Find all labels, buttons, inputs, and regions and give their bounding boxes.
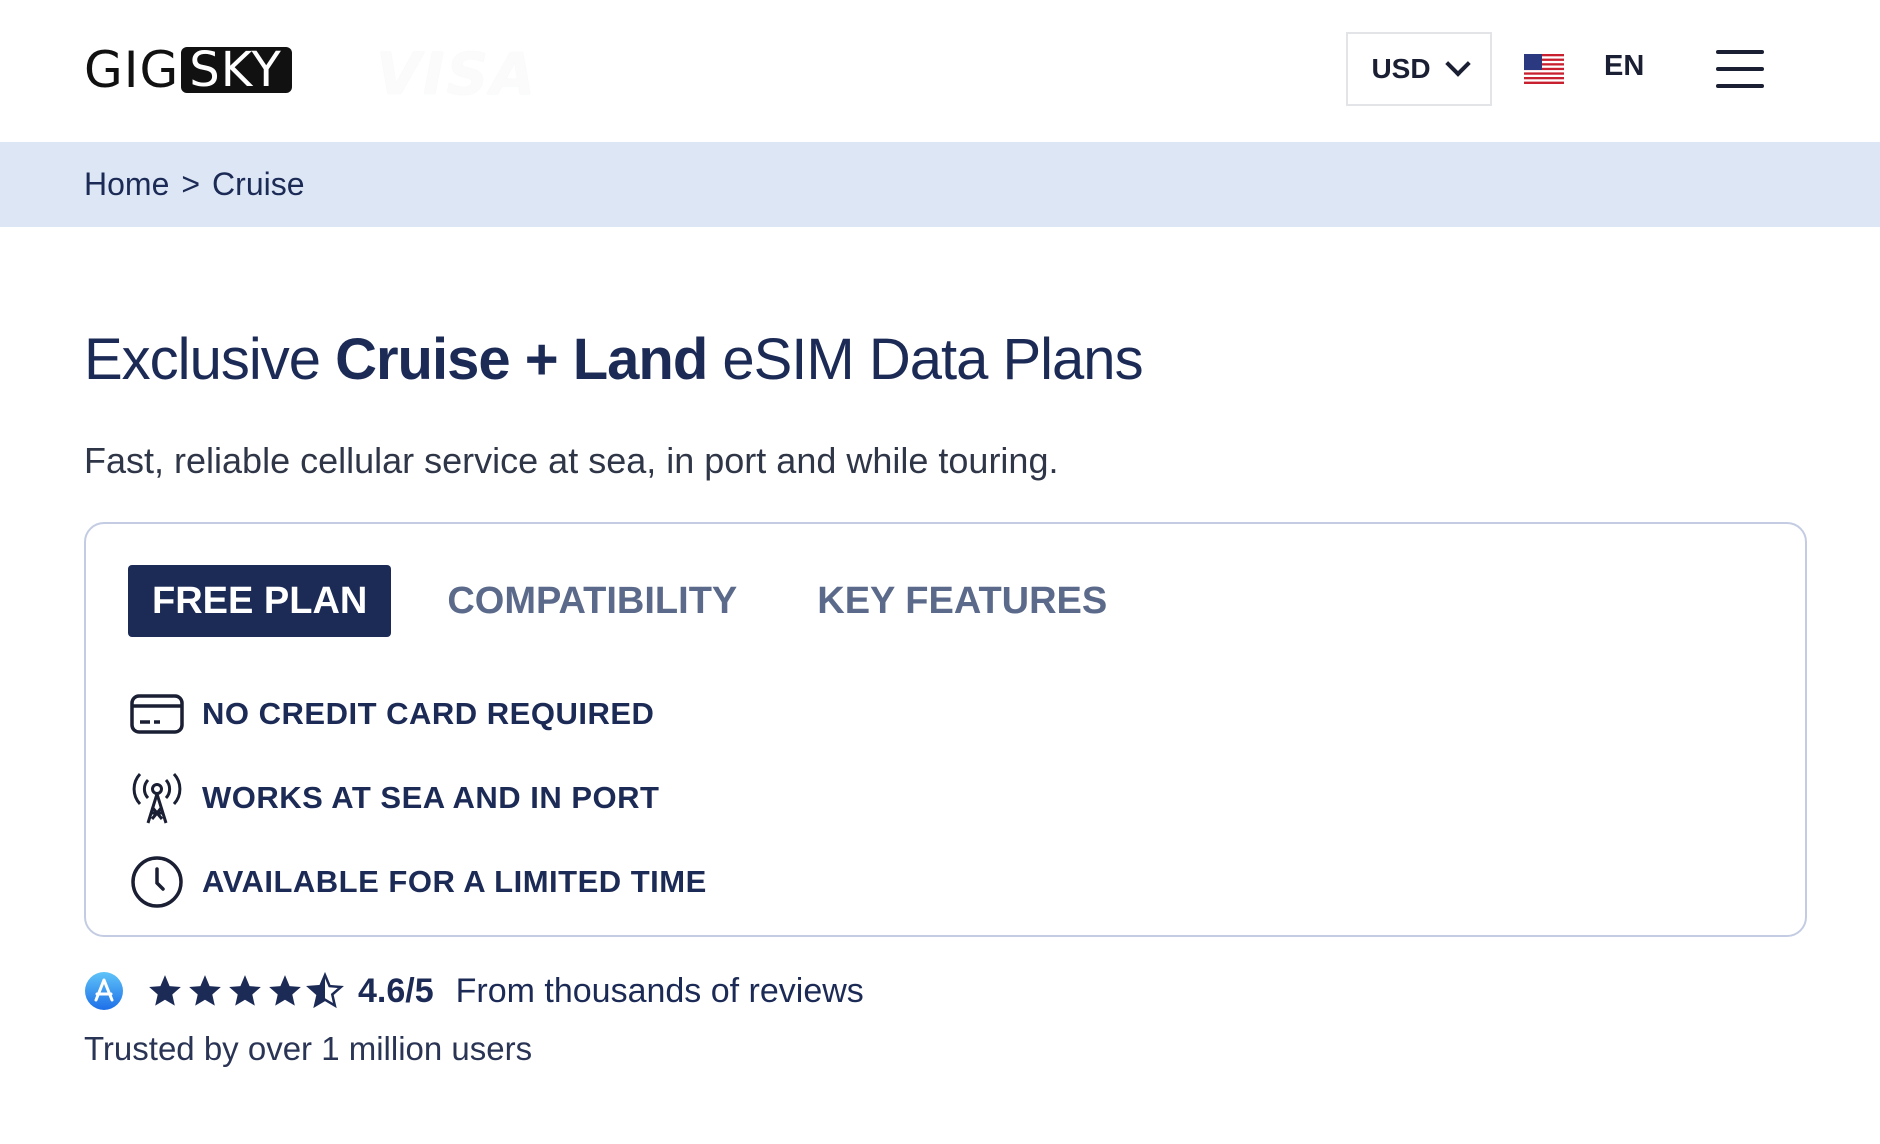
feature-item: NO CREDIT CARD REQUIRED <box>128 672 707 756</box>
tab-compatibility[interactable]: COMPATIBILITY <box>423 565 761 637</box>
breadcrumb-separator: > <box>181 166 201 202</box>
star-full-icon <box>189 975 221 1006</box>
visa-partner-logo: VISA <box>376 40 538 108</box>
plan-info-card: FREE PLAN COMPATIBILITY KEY FEATURES NO … <box>84 522 1807 937</box>
feature-label: AVAILABLE FOR A LIMITED TIME <box>202 864 707 899</box>
tab-key-features[interactable]: KEY FEATURES <box>793 565 1131 637</box>
hamburger-menu-icon[interactable] <box>1716 48 1764 90</box>
app-store-icon <box>85 972 123 1010</box>
tab-bar: FREE PLAN COMPATIBILITY KEY FEATURES <box>128 565 1131 637</box>
rating-score: 4.6/5 <box>358 971 434 1010</box>
chevron-down-icon <box>1444 51 1471 77</box>
star-rating <box>146 972 346 1010</box>
site-header: GIG SKY VISA USD EN <box>0 0 1880 142</box>
us-flag-icon[interactable] <box>1524 54 1564 84</box>
title-suffix: eSIM Data Plans <box>707 327 1143 392</box>
star-full-icon <box>149 975 181 1006</box>
tab-free-plan[interactable]: FREE PLAN <box>128 565 392 637</box>
star-full-icon <box>269 975 301 1006</box>
currency-value: USD <box>1371 53 1431 84</box>
feature-label: WORKS AT SEA AND IN PORT <box>202 780 660 815</box>
language-selector[interactable]: EN <box>1604 50 1644 83</box>
logo-sky-text: SKY <box>181 46 292 94</box>
currency-selector[interactable]: USD <box>1346 32 1492 106</box>
antenna-tower-icon <box>132 772 182 824</box>
clock-icon <box>131 856 183 908</box>
breadcrumb-current: Cruise <box>212 166 305 202</box>
page-title: Exclusive Cruise + Land eSIM Data Plans <box>84 326 1144 393</box>
gigsky-logo[interactable]: GIG SKY <box>84 45 292 95</box>
title-prefix: Exclusive <box>84 327 336 392</box>
title-highlight: Cruise + Land <box>335 327 708 392</box>
rating-row: 4.6/5 From thousands of reviews <box>84 968 864 1014</box>
feature-item: AVAILABLE FOR A LIMITED TIME <box>128 840 707 924</box>
trusted-users-text: Trusted by over 1 million users <box>84 1030 533 1067</box>
feature-label: NO CREDIT CARD REQUIRED <box>202 696 655 731</box>
feature-list: NO CREDIT CARD REQUIRED WORKS AT SEA AND… <box>128 672 707 924</box>
rating-reviews-text: From thousands of reviews <box>455 971 864 1010</box>
page-subtitle: Fast, reliable cellular service at sea, … <box>84 440 1059 481</box>
breadcrumb-home-link[interactable]: Home <box>84 166 169 203</box>
credit-card-icon <box>130 694 184 734</box>
star-half-icon <box>306 972 344 1009</box>
star-full-icon <box>229 975 261 1006</box>
logo-gig-text: GIG <box>84 41 180 99</box>
feature-item: WORKS AT SEA AND IN PORT <box>128 756 707 840</box>
breadcrumb: Home > Cruise <box>0 142 1880 227</box>
